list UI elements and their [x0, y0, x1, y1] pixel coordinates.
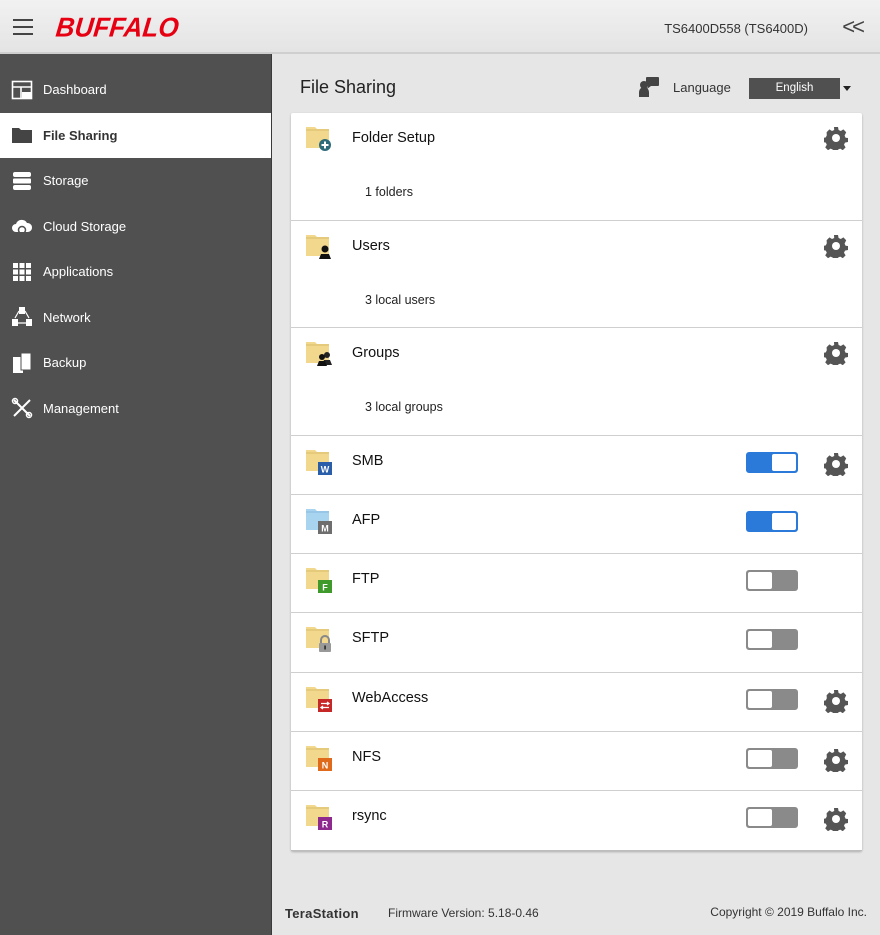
- row-subtitle: 3 local users: [365, 292, 436, 307]
- webaccess-toggle[interactable]: [746, 688, 798, 710]
- sidebar-item-label: Storage: [43, 173, 89, 189]
- row-title: Groups: [352, 345, 400, 361]
- sidebar-item-network[interactable]: Network: [0, 295, 271, 341]
- afp-row: M AFP: [291, 495, 862, 555]
- smb-row: W SMB: [291, 436, 862, 495]
- svg-text:N: N: [322, 760, 329, 770]
- sidebar-item-label: Dashboard: [43, 82, 107, 98]
- grid-icon: [11, 261, 33, 283]
- tools-icon: [11, 397, 33, 419]
- row-title: SFTP: [352, 630, 390, 647]
- folder-lock-icon: [306, 627, 331, 653]
- ftp-row: F FTP: [291, 554, 862, 614]
- sidebar-item-label: Applications: [43, 264, 114, 280]
- row-subtitle: 1 folders: [365, 185, 413, 199]
- folder-icon: [11, 124, 33, 146]
- folder-setup-row[interactable]: Folder Setup 1 folders: [291, 113, 862, 221]
- folder-user-icon: [306, 234, 331, 259]
- cloud-sync-icon: [11, 215, 33, 237]
- folder-afp-icon: M: [306, 508, 332, 534]
- folder-rsync-icon: R: [306, 805, 332, 831]
- language-select[interactable]: English: [749, 78, 840, 99]
- language-label: Language: [673, 80, 731, 95]
- gear-icon[interactable]: [824, 126, 848, 150]
- folder-group-icon: [306, 342, 332, 366]
- language-dropdown-caret-icon[interactable]: [843, 86, 851, 91]
- backup-icon: [11, 352, 33, 374]
- top-header: BUFFALO TS6400D558 (TS6400D) <<: [0, 0, 880, 54]
- firmware-version: Firmware Version: 5.18-0.46: [388, 906, 539, 920]
- sidebar-item-file-sharing[interactable]: File Sharing: [0, 112, 271, 158]
- groups-row[interactable]: Groups 3 local groups: [291, 328, 862, 436]
- row-title: Folder Setup: [352, 130, 436, 146]
- folder-webaccess-icon: [306, 686, 332, 712]
- sidebar-item-cloud-storage[interactable]: Cloud Storage: [0, 204, 271, 250]
- terastation-logo: TeraStation: [285, 906, 359, 921]
- sidebar-item-label: Backup: [43, 355, 87, 371]
- gear-icon[interactable]: [824, 341, 848, 365]
- row-title: SMB: [352, 452, 384, 469]
- network-icon: [11, 306, 33, 328]
- folder-add-icon: [306, 127, 331, 151]
- folder-ftp-icon: F: [306, 568, 332, 594]
- sftp-toggle[interactable]: [746, 629, 798, 651]
- folder-nfs-icon: N: [306, 745, 332, 771]
- row-title: FTP: [352, 571, 380, 588]
- svg-text:R: R: [322, 820, 329, 830]
- webaccess-row: WebAccess: [291, 673, 862, 732]
- sftp-row: SFTP: [291, 613, 862, 673]
- svg-text:M: M: [321, 523, 329, 533]
- folder-smb-icon: W: [306, 449, 332, 475]
- language-speech-icon: [638, 76, 660, 98]
- row-title: AFP: [352, 511, 381, 528]
- gear-icon[interactable]: [824, 807, 848, 832]
- row-title: Users: [352, 237, 390, 254]
- gear-icon[interactable]: [824, 689, 848, 713]
- rsync-row: R rsync: [291, 791, 862, 851]
- buffalo-logo: BUFFALO: [54, 11, 181, 43]
- smb-toggle[interactable]: [746, 451, 798, 473]
- row-title: NFS: [352, 748, 381, 765]
- sidebar-item-label: Network: [43, 309, 91, 325]
- storage-icon: [11, 170, 33, 192]
- sidebar-item-label: Cloud Storage: [43, 218, 127, 234]
- sidebar-item-label: File Sharing: [43, 127, 118, 143]
- sidebar: Dashboard File Sharing Storage Cloud Sto…: [0, 54, 272, 935]
- svg-text:W: W: [321, 464, 330, 474]
- row-title: WebAccess: [352, 689, 429, 706]
- sidebar-item-management[interactable]: Management: [0, 386, 271, 432]
- device-name: TS6400D558 (TS6400D): [664, 21, 808, 36]
- row-subtitle: 3 local groups: [365, 400, 443, 414]
- copyright: Copyright © 2019 Buffalo Inc.: [710, 905, 867, 919]
- rsync-toggle[interactable]: [746, 807, 798, 829]
- collapse-chevrons-icon[interactable]: <<: [842, 14, 865, 40]
- afp-toggle[interactable]: [746, 510, 798, 532]
- sidebar-item-applications[interactable]: Applications: [0, 249, 271, 295]
- nfs-toggle[interactable]: [746, 747, 798, 769]
- gear-icon[interactable]: [824, 748, 848, 772]
- page-title: File Sharing: [300, 77, 397, 97]
- sidebar-item-dashboard[interactable]: Dashboard: [0, 67, 271, 113]
- row-title: rsync: [352, 808, 387, 825]
- svg-text:F: F: [322, 583, 328, 593]
- sidebar-item-backup[interactable]: Backup: [0, 340, 271, 386]
- users-row[interactable]: Users 3 local users: [291, 221, 862, 328]
- file-sharing-panel: Folder Setup 1 folders Users 3 local use…: [291, 113, 862, 851]
- nfs-row: N NFS: [291, 732, 862, 792]
- dashboard-icon: [11, 79, 33, 101]
- sidebar-item-storage[interactable]: Storage: [0, 158, 271, 204]
- ftp-toggle[interactable]: [746, 570, 798, 592]
- sidebar-item-label: Management: [43, 400, 119, 416]
- hamburger-menu-icon[interactable]: [13, 19, 33, 35]
- gear-icon[interactable]: [824, 452, 848, 476]
- gear-icon[interactable]: [824, 234, 848, 258]
